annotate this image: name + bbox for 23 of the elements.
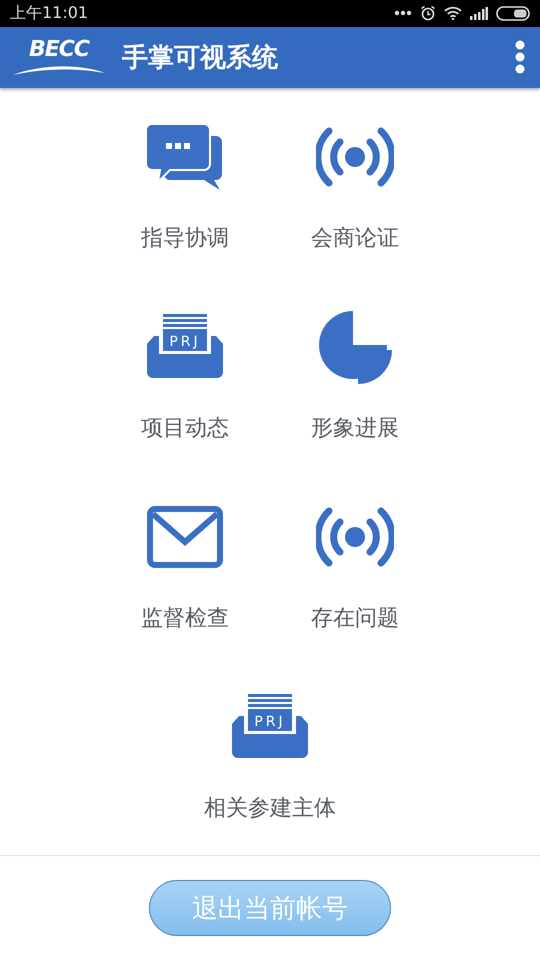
- icon-label: PRJ: [254, 714, 286, 730]
- logo-text: BECC: [28, 38, 90, 62]
- battery-icon: [496, 6, 530, 21]
- menu-label[interactable]: 相关参建主体: [204, 795, 336, 823]
- broadcast-icon[interactable]: [316, 126, 394, 188]
- chat-bubbles-icon[interactable]: [146, 124, 224, 190]
- more-dots-icon: [394, 10, 412, 16]
- menu-label[interactable]: 存在问题: [311, 605, 399, 633]
- wifi-icon: [444, 6, 462, 20]
- menu-label[interactable]: 会商论证: [311, 225, 399, 253]
- alarm-icon: [420, 5, 436, 22]
- pie-chart-icon[interactable]: [317, 309, 393, 385]
- app-title: 手掌可视系统: [122, 42, 279, 75]
- icon-label: PRJ: [169, 334, 201, 350]
- overflow-menu-icon[interactable]: [514, 39, 526, 76]
- menu-label[interactable]: 项目动态: [141, 415, 229, 443]
- menu-label[interactable]: 指导协调: [141, 225, 229, 253]
- menu-label[interactable]: 监督检查: [141, 605, 229, 633]
- signal-icon: [470, 6, 488, 20]
- broadcast-icon[interactable]: [316, 506, 394, 568]
- status-time: 上午11:01: [10, 2, 88, 24]
- menu-label[interactable]: 形象进展: [311, 415, 399, 443]
- envelope-icon[interactable]: [147, 506, 223, 568]
